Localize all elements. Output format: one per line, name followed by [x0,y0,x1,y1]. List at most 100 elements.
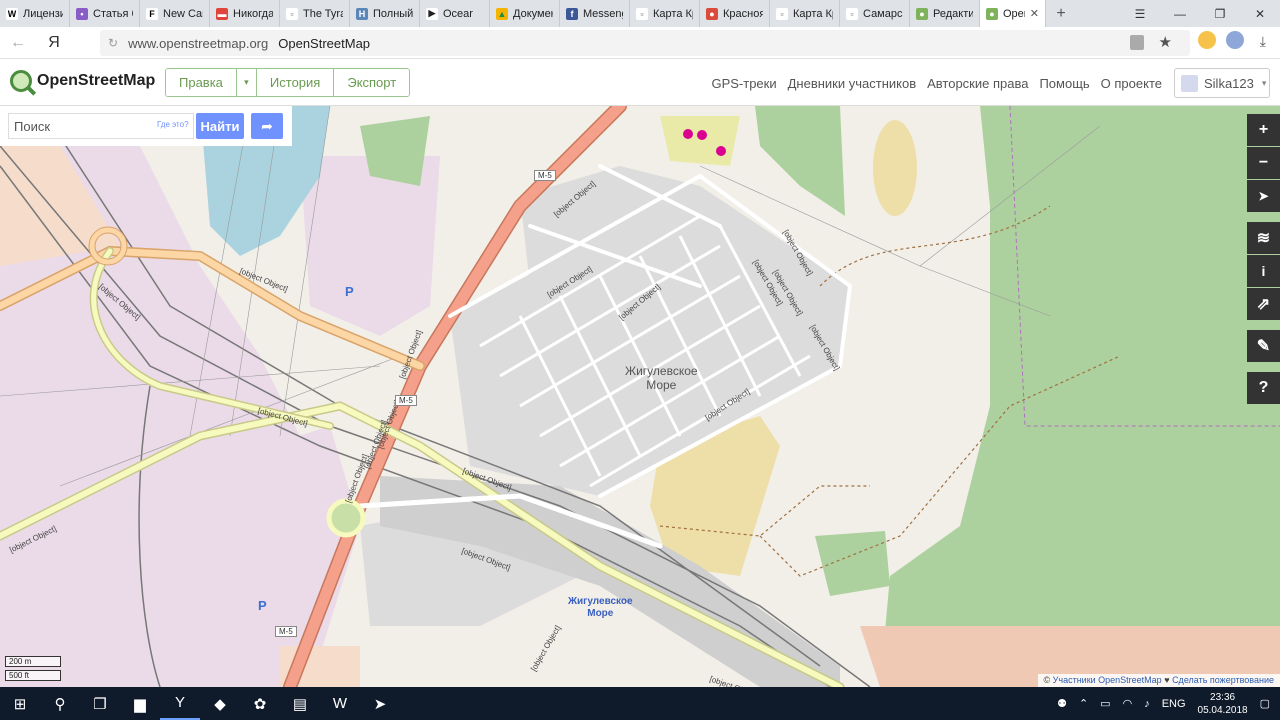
tab-label: Полный [373,7,413,20]
url-host: www.openstreetmap.org [128,35,269,51]
reload-icon[interactable]: ↻ [108,36,118,50]
browser-tab[interactable]: H Полный [350,0,420,27]
maximize-icon[interactable]: ❐ [1200,0,1240,27]
close-tab-icon[interactable]: ✕ [1030,7,1039,20]
zoom-out-button[interactable]: − [1247,147,1280,179]
clock[interactable]: 23:36 05.04.2018 [1198,691,1248,717]
link-diaries[interactable]: Дневники участников [788,76,917,91]
browser-tab[interactable]: ▶ Ocear [420,0,490,27]
task-view-icon[interactable]: ❐ [80,687,120,720]
share-icon[interactable]: ⇗ [1247,288,1280,320]
browser-tab[interactable]: ● Редактир [910,0,980,27]
browser-tab[interactable]: ▫ Самарск [840,0,910,27]
district-label: Жигулевское Море [625,364,698,392]
map-canvas[interactable]: [object Object] [object Object] [object … [0,106,1280,687]
tab-label: New Carc [163,7,203,20]
url-field[interactable]: ↻ www.openstreetmap.org OpenStreetMap ★ [100,30,1190,56]
play-icon: ▶ [426,7,438,20]
link-about[interactable]: О проекте [1101,76,1162,91]
word-icon[interactable]: W [320,687,360,720]
user-menu-button[interactable]: Silka123 ▾ [1174,68,1270,98]
back-button[interactable]: ← [0,34,36,52]
browser-tab[interactable]: ▫ The Tyran [280,0,350,27]
notepad-icon[interactable]: ▤ [280,687,320,720]
wikipedia-icon: W [6,7,18,20]
osm-header: OpenStreetMap Правка ▾ История Экспорт G… [0,60,1280,106]
minimize-icon[interactable]: — [1160,0,1200,27]
zoom-in-button[interactable]: + [1247,114,1280,146]
info-icon[interactable]: i [1247,255,1280,287]
browser-tab[interactable]: ▲ Докумен [490,0,560,27]
tab-label: Красноя [723,7,763,20]
news-icon: ▬ [216,7,228,20]
battery-icon[interactable]: ▭ [1100,697,1110,710]
parking-icon: P [258,598,267,613]
chevron-up-icon[interactable]: ⌃ [1079,697,1088,710]
tab-label: Карта Кр [653,7,693,20]
search-button[interactable]: Найти [196,113,244,139]
export-button[interactable]: Экспорт [334,69,410,96]
time: 23:36 [1210,691,1236,703]
history-button[interactable]: История [256,69,335,96]
contributors-link[interactable]: Участники OpenStreetMap [1053,675,1162,685]
browser-tab[interactable]: f Messeng [560,0,630,27]
forbes-icon: F [146,7,158,20]
link-gps-traces[interactable]: GPS-треки [711,76,776,91]
volume-icon[interactable]: ♪ [1144,698,1150,710]
link-copyright[interactable]: Авторские права [927,76,1028,91]
parking-icon: P [345,284,354,299]
tab-label: Лицензи [23,7,63,20]
add-note-icon[interactable]: ✎ [1247,330,1280,362]
heart-icon: ♥ [1161,675,1173,685]
extension-icon[interactable] [1198,31,1216,49]
top-links: GPS-треки Дневники участников Авторские … [711,76,1162,91]
lock-icon[interactable] [1130,35,1144,50]
tab-label: Докумен [513,7,553,20]
wifi-icon[interactable]: ◠ [1123,697,1133,710]
where-is-this-link[interactable]: Где это? [157,120,189,129]
yandex-browser-icon[interactable]: Y [160,687,200,720]
road-shield: M-5 [534,170,556,181]
browser-menu-icon[interactable]: ☰ [1120,0,1160,27]
yandex-icon[interactable]: Я [36,34,72,52]
edit-dropdown-caret-icon[interactable]: ▾ [236,69,257,96]
edit-button[interactable]: Правка [166,69,237,96]
paint-icon[interactable]: ✿ [240,687,280,720]
notification-icon[interactable]: ▢ [1260,697,1270,710]
link-help[interactable]: Помощь [1039,76,1089,91]
search-icon[interactable]: ⚲ [40,687,80,720]
attribution-prefix: © [1043,675,1053,685]
cloud-icon[interactable] [1226,31,1244,49]
browser-tab[interactable]: F New Carc [140,0,210,27]
bookmark-star-icon[interactable]: ★ [1159,33,1172,51]
browser-tab[interactable]: ● Красноя [700,0,770,27]
station-label[interactable]: Жигулевское Море [568,596,633,620]
browser-tab[interactable]: ● OpenS ✕ [980,0,1046,27]
query-features-icon[interactable]: ? [1247,372,1280,404]
avatar [1181,74,1198,92]
osm-logo[interactable]: OpenStreetMap [10,70,155,92]
map-tiles [0,106,1280,687]
app-icon[interactable]: ◆ [200,687,240,720]
drive-icon: ▲ [496,7,508,20]
layers-icon[interactable]: ≋ [1247,222,1280,254]
new-tab-button[interactable]: + [1046,0,1076,27]
site-icon: ● [706,7,718,20]
people-icon[interactable]: ⚉ [1057,697,1067,710]
explorer-icon[interactable]: ▆ [120,687,160,720]
directions-icon[interactable]: ➦ [251,113,283,139]
locate-icon[interactable]: ➤ [1247,180,1280,212]
tab-label: Ocear [443,7,473,20]
page-icon: ▫ [286,7,298,20]
browser-tab[interactable]: ▫ Карта Кр [630,0,700,27]
browser-tab[interactable]: ▫ Карта Кр [770,0,840,27]
donate-link[interactable]: Сделать пожертвование [1172,675,1274,685]
telegram-icon[interactable]: ➤ [360,687,400,720]
browser-tab[interactable]: ▬ Никогда [210,0,280,27]
language-indicator[interactable]: ENG [1162,698,1186,710]
browser-tab[interactable]: W Лицензи [0,0,70,27]
close-icon[interactable]: ✕ [1240,0,1280,27]
windows-start-icon[interactable]: ⊞ [0,687,40,720]
download-icon[interactable]: ⤓ [1260,33,1266,50]
browser-tab[interactable]: • Статья б [70,0,140,27]
